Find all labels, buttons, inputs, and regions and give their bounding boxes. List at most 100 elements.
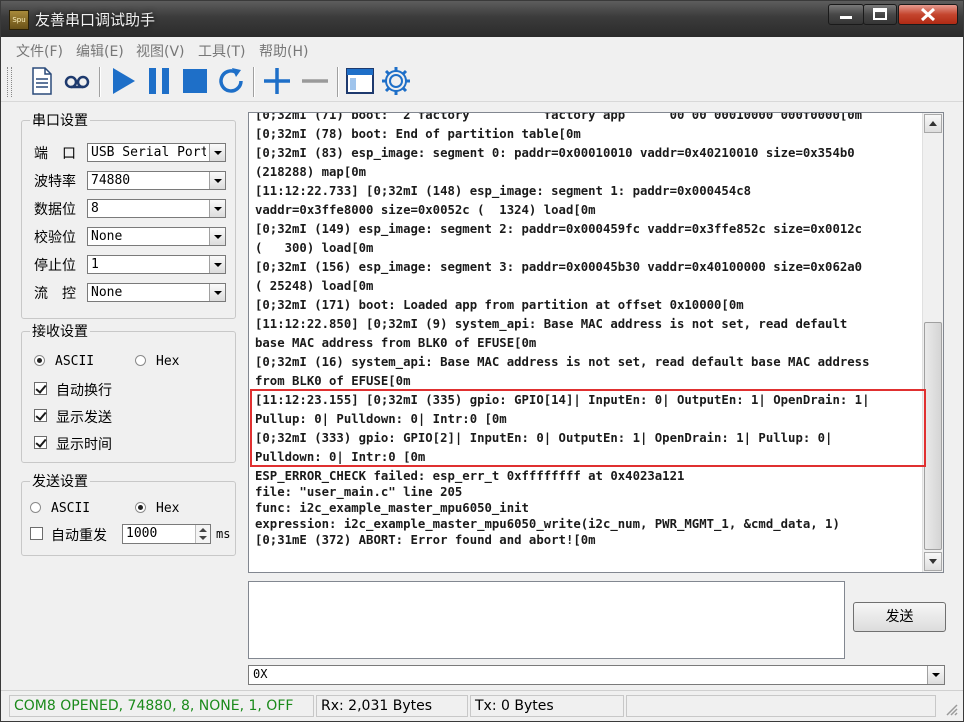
scroll-up-button[interactable]: [924, 114, 942, 133]
baud-select[interactable]: 74880: [87, 171, 226, 190]
add-button[interactable]: [261, 65, 293, 97]
title-bar[interactable]: Spu 友善串口调试助手: [1, 1, 963, 37]
send-history-select[interactable]: 0X: [248, 665, 945, 685]
scroll-down-button[interactable]: [924, 552, 942, 571]
receive-hex-radio[interactable]: [135, 355, 146, 366]
menu-file[interactable]: 文件(F): [16, 41, 63, 61]
close-button[interactable]: [898, 4, 958, 25]
log-line: [0;32mI (83) esp_image: segment 0: paddr…: [255, 146, 855, 160]
log-line: ( 300) load[0m: [255, 241, 374, 255]
log-line: ( 25248) load[0m: [255, 279, 374, 293]
chevron-down-icon[interactable]: [209, 172, 225, 189]
pause-icon: [149, 68, 169, 94]
app-icon: Spu: [9, 10, 29, 30]
minus-icon: [302, 79, 328, 83]
add-icon: [264, 68, 290, 94]
log-line: [0;32mI (149) esp_image: segment 2: padd…: [255, 222, 863, 236]
baud-value: 74880: [91, 173, 131, 188]
resend-interval-input[interactable]: 1000: [122, 524, 211, 544]
log-line: file: "user_main.c" line 205: [255, 485, 463, 499]
log-line: from BLK0 of EFUSE[0m: [255, 374, 411, 388]
send-input[interactable]: [248, 581, 845, 659]
chevron-down-icon[interactable]: [209, 228, 225, 245]
gear-icon: [382, 67, 410, 95]
log-scrollbar[interactable]: [922, 113, 943, 572]
log-line: [11:12:22.850] [0;32mI (9) system_api: B…: [255, 317, 848, 331]
start-button[interactable]: [107, 65, 139, 97]
interval-spinner[interactable]: [195, 525, 210, 543]
log-line: [0;31mE (372) ABORT: Error found and abo…: [255, 533, 596, 547]
send-ascii-label: ASCII: [51, 501, 91, 516]
auto-wrap-label: 自动换行: [56, 383, 112, 399]
log-line: [11:12:23.155] [0;32mI (335) gpio: GPIO[…: [255, 393, 870, 407]
interval-unit: ms: [216, 527, 231, 541]
toolbar-separator: [99, 67, 101, 97]
log-line: [0;32mI (333) gpio: GPIO[2]| InputEn: 0|…: [255, 431, 833, 445]
window-button[interactable]: [344, 65, 376, 97]
toolbar: [1, 63, 963, 102]
data-bits-select[interactable]: 8: [87, 199, 226, 218]
receive-log[interactable]: [0;32mI (71) boot: 2 factory factory app…: [248, 112, 944, 573]
menu-edit[interactable]: 编辑(E): [76, 41, 124, 61]
record-button[interactable]: [61, 65, 93, 97]
show-send-label: 显示发送: [56, 410, 112, 426]
log-line: [0;32mI (78) boot: End of partition tabl…: [255, 127, 581, 141]
status-bar: COM8 OPENED, 74880, 8, NONE, 1, OFF Rx: …: [1, 690, 963, 721]
menu-view[interactable]: 视图(V): [136, 41, 185, 61]
log-line: vaddr=0x3ffe8000 size=0x0052c ( 1324) lo…: [255, 203, 596, 217]
receive-ascii-radio[interactable]: [34, 355, 45, 366]
log-line: Pulldown: 0| Intr:0 [0m: [255, 450, 426, 464]
window-icon: [346, 68, 374, 94]
receive-settings-group: 接收设置: [21, 321, 236, 463]
menu-help[interactable]: 帮助(H): [259, 41, 308, 61]
send-button[interactable]: 发送: [853, 602, 946, 632]
minimize-icon: [840, 16, 852, 19]
toolbar-separator: [337, 67, 339, 97]
auto-resend-checkbox[interactable]: [30, 527, 43, 540]
new-file-button[interactable]: [25, 65, 57, 97]
port-select[interactable]: USB Serial Port: [87, 143, 226, 162]
flow-control-value: None: [91, 285, 123, 300]
receive-hex-label: Hex: [156, 354, 180, 369]
show-time-checkbox[interactable]: [34, 436, 47, 449]
stop-bits-value: 1: [91, 257, 99, 272]
chevron-down-icon[interactable]: [209, 200, 225, 217]
new-file-icon: [32, 67, 52, 95]
chevron-down-glyph: [932, 673, 940, 677]
resize-grip-icon[interactable]: [945, 703, 959, 717]
arrow-down-icon: [929, 559, 937, 564]
log-line: [0;32mI (156) esp_image: segment 3: padd…: [255, 260, 863, 274]
refresh-button[interactable]: [215, 65, 247, 97]
send-hex-label: Hex: [156, 501, 180, 516]
auto-wrap-checkbox[interactable]: [34, 382, 47, 395]
maximize-icon: [873, 8, 887, 20]
parity-label: 校验位: [34, 230, 76, 246]
log-line: [0;32mI (71) boot: 2 factory factory app…: [255, 112, 863, 122]
flow-control-select[interactable]: None: [87, 283, 226, 302]
arrow-up-icon: [929, 121, 937, 126]
show-send-checkbox[interactable]: [34, 409, 47, 422]
scroll-thumb[interactable]: [924, 322, 942, 550]
send-ascii-radio[interactable]: [30, 502, 41, 513]
maximize-button[interactable]: [863, 4, 897, 25]
pause-button[interactable]: [143, 65, 175, 97]
parity-select[interactable]: None: [87, 227, 226, 246]
menu-tools[interactable]: 工具(T): [198, 41, 245, 61]
minimize-button[interactable]: [828, 4, 864, 25]
log-line: expression: i2c_example_master_mpu6050_w…: [255, 517, 840, 531]
chevron-down-icon[interactable]: [209, 256, 225, 273]
remove-button[interactable]: [299, 65, 331, 97]
log-line: (218288) map[0m: [255, 165, 367, 179]
chevron-down-icon[interactable]: [209, 284, 225, 301]
toolbar-grip[interactable]: [7, 67, 12, 97]
chevron-down-icon[interactable]: [209, 144, 225, 161]
baud-label: 波特率: [34, 174, 76, 190]
send-settings-title: 发送设置: [30, 471, 90, 491]
stop-button[interactable]: [179, 65, 211, 97]
chevron-down-icon[interactable]: [927, 666, 944, 684]
show-time-label: 显示时间: [56, 437, 112, 453]
settings-button[interactable]: [380, 65, 412, 97]
send-hex-radio[interactable]: [135, 502, 146, 513]
refresh-icon: [219, 68, 243, 93]
stop-bits-select[interactable]: 1: [87, 255, 226, 274]
